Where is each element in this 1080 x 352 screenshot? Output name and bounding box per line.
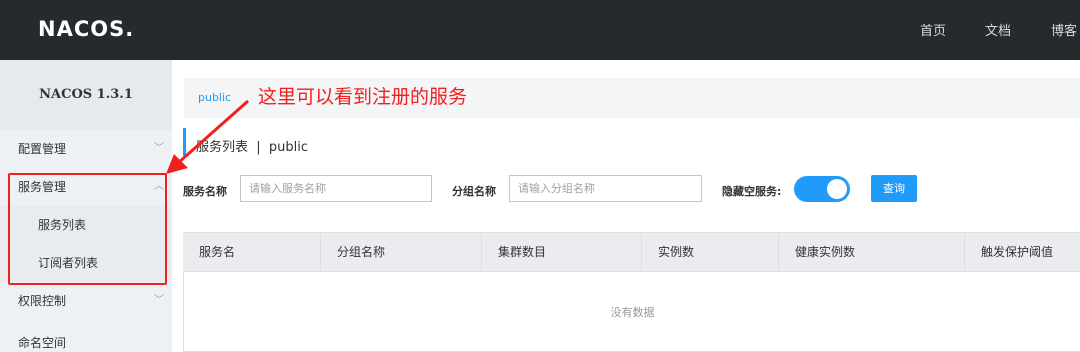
column-header-cluster-count[interactable]: 集群数目 (481, 233, 641, 271)
sidebar-version-title: NACOS 1.3.1 (0, 60, 172, 130)
top-header: NACOS. 首页 文档 博客 (0, 0, 1080, 60)
annotation-text: 这里可以看到注册的服务 (258, 86, 468, 108)
sidebar-item-label: 配置管理 (18, 142, 67, 156)
namespace-public-link[interactable]: public (198, 91, 231, 104)
query-button[interactable]: 查询 (871, 175, 917, 202)
column-header-instance-count[interactable]: 实例数 (641, 233, 778, 271)
chevron-down-icon: ﹀ (154, 143, 164, 154)
nav-blog-link[interactable]: 博客 (1051, 20, 1077, 39)
sidebar-item-label: 命名空间 (18, 336, 67, 350)
sidebar-item-label: 权限控制 (18, 294, 67, 308)
column-header-healthy-instance-count[interactable]: 健康实例数 (778, 233, 964, 271)
nacos-logo[interactable]: NACOS. (38, 17, 134, 41)
nav-docs-link[interactable]: 文档 (985, 20, 1011, 39)
toggle-knob (827, 179, 847, 199)
sidebar-item-namespace[interactable]: 命名空间 (0, 324, 172, 352)
page-title-accent (183, 128, 186, 156)
hide-empty-services-label: 隐藏空服务: (722, 185, 782, 198)
group-name-input[interactable] (509, 175, 702, 202)
table-body: 没有数据 (183, 272, 1080, 352)
hide-empty-services-toggle[interactable] (794, 176, 850, 202)
empty-table-message: 没有数据 (610, 306, 655, 319)
group-name-label: 分组名称 (452, 185, 496, 198)
chevron-down-icon: ﹀ (154, 295, 164, 306)
column-header-group-name[interactable]: 分组名称 (320, 233, 481, 271)
sidebar-item-config-management[interactable]: 配置管理 ﹀ (0, 130, 172, 168)
service-name-input[interactable] (240, 175, 432, 202)
column-header-service-name[interactable]: 服务名 (183, 233, 320, 271)
service-name-label: 服务名称 (183, 185, 227, 198)
nav-home-link[interactable]: 首页 (920, 20, 946, 39)
annotation-highlight-box (8, 173, 167, 285)
page-title: 服务列表 | public (196, 140, 309, 155)
table-header: 服务名 分组名称 集群数目 实例数 健康实例数 触发保护阈值 (183, 232, 1080, 272)
column-header-protect-threshold[interactable]: 触发保护阈值 (964, 233, 1080, 271)
sidebar-item-access-control[interactable]: 权限控制 ﹀ (0, 282, 172, 320)
